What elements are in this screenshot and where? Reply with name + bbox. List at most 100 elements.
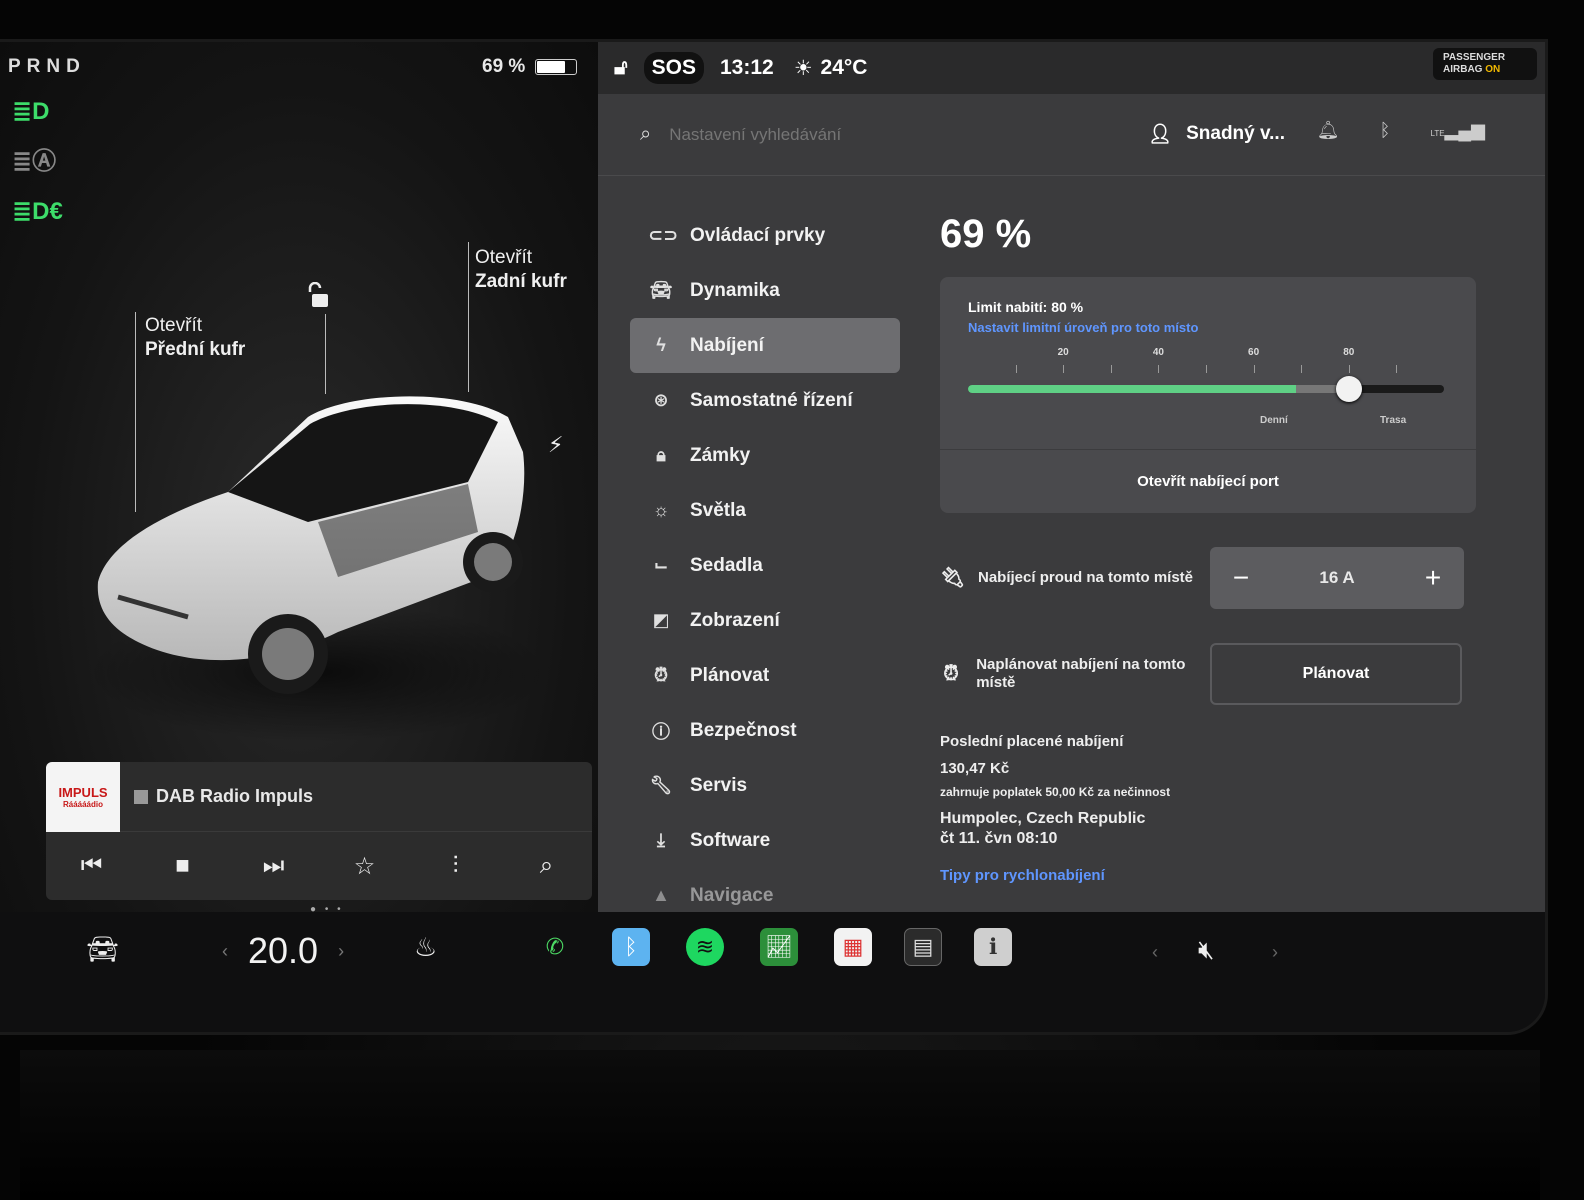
airbag-line2: AIRBAG (1443, 64, 1483, 75)
console-trim (20, 1050, 1540, 1200)
owners-manual-icon[interactable]: ℹ (974, 928, 1012, 966)
seat-heater-icon[interactable]: ♨ (414, 932, 437, 963)
zone-daily: Denní (1260, 415, 1288, 426)
media-controls: ⏮ ■ ⏭ ☆ ⫶ ⌕ (46, 832, 592, 900)
car-icon: 🚘︎ (649, 280, 673, 300)
lte-signal-icon: LTE▂▄▆ (1430, 120, 1485, 140)
tick-label: 20 (1057, 347, 1069, 358)
charge-limit-card: Limit nabití: 80 % Nastavit limitní úrov… (940, 277, 1476, 513)
temp-up-button[interactable]: › (338, 941, 344, 962)
charge-limit-handle[interactable] (1335, 376, 1362, 402)
schedule-button[interactable]: Plánovat (1210, 643, 1462, 705)
menu-item-label: Zobrazení (690, 609, 780, 631)
favorite-star-icon[interactable]: ☆ (345, 852, 385, 881)
header-icons: 🔔︎ ᛒ LTE▂▄▆ (1317, 120, 1485, 141)
unlock-icon[interactable] (306, 282, 334, 310)
auto-high-beam-icon[interactable]: ≣Ⓐ (12, 148, 63, 176)
open-frunk-button[interactable]: Otevřít Přední kufr (145, 314, 245, 362)
menu-item-label: Navigace (690, 884, 774, 906)
menu-item-software[interactable]: ⤓ Software (630, 813, 900, 868)
spotify-icon[interactable]: ≋ (686, 928, 724, 966)
tick-label: 60 (1248, 347, 1260, 358)
fog-lights-icon[interactable]: ≣D€ (12, 198, 63, 226)
taskbar: 🚘︎ ‹ 20.0 › ♨ ✆ ᛒ ≋ 📈︎ ▦ ▤ ℹ ‹ 🔇︎ › (0, 912, 1545, 1032)
temp-down-button[interactable]: ‹ (222, 941, 228, 962)
bluetooth-icon[interactable]: ᛒ (1380, 120, 1391, 141)
mute-volume-icon[interactable]: 🔇︎ (1198, 934, 1214, 966)
menu-item-nabíjení[interactable]: ϟ Nabíjení (630, 318, 900, 373)
alarm-clock-icon: ⏰︎ (943, 663, 959, 685)
menu-item-dynamika[interactable]: 🚘︎ Dynamika (630, 263, 900, 318)
media-player[interactable]: IMPULS Rááááádio DAB Radio Impuls ⏮ ■ ⏭ … (46, 762, 592, 900)
calendar-icon[interactable]: ▦ (834, 928, 872, 966)
network-type: LTE (1430, 129, 1445, 138)
charging-content: 69 % Limit nabití: 80 % Nastavit limitní… (940, 212, 1480, 884)
menu-item-sedadla[interactable]: ⌙ Sedadla (630, 538, 900, 593)
last-paid-charge: Poslední placené nabíjení 130,47 Kč zahr… (940, 733, 1480, 884)
menu-item-label: Nabíjení (690, 334, 764, 356)
stop-icon[interactable]: ■ (163, 852, 203, 880)
tick-mark (1063, 365, 1065, 373)
decrease-current-button[interactable]: − (1226, 562, 1256, 594)
menu-item-label: Bezpečnost (690, 719, 797, 741)
settings-search-input[interactable] (669, 124, 1090, 145)
open-charge-port-button[interactable]: Otevřít nabíjecí port (940, 449, 1476, 513)
supercharging-tips-link[interactable]: Tipy pro rychlonabíjení (940, 867, 1480, 884)
outside-temperature: 24°C (820, 56, 868, 79)
open-trunk-button[interactable]: Otevřít Zadní kufr (475, 246, 567, 294)
trunk-pointer (468, 242, 469, 392)
menu-item-bezpečnost[interactable]: ⓘ Bezpečnost (630, 703, 900, 758)
volume-up-icon[interactable]: › (1272, 942, 1278, 963)
menu-item-label: Zámky (690, 444, 751, 466)
headlights-icon[interactable]: ≣D (12, 98, 63, 126)
menu-item-zobrazení[interactable]: ◩ Zobrazení (630, 593, 900, 648)
sun-icon: ☼ (652, 500, 670, 520)
door-unlock-icon[interactable]: 🔓︎ (614, 56, 628, 80)
previous-icon[interactable]: ⏮ (72, 852, 112, 880)
menu-item-ovládací-prvky[interactable]: ⊂⊃ Ovládací prvky (630, 208, 900, 263)
tick-mark (1253, 365, 1255, 373)
last-charge-location: Humpolec, Czech Republic (940, 810, 1146, 827)
charge-current-label: Nabíjecí proud na tomto místě (978, 569, 1194, 586)
menu-item-label: Samostatné řízení (690, 389, 853, 411)
frunk-label: Přední kufr (145, 339, 246, 360)
current-charge-fill (968, 385, 1297, 393)
equalizer-icon[interactable]: ⫶ (436, 852, 476, 880)
sos-button[interactable]: SOS (643, 52, 704, 84)
menu-item-zámky[interactable]: 🔒︎ Zámky (630, 428, 900, 483)
charge-port-bolt-icon[interactable]: ⚡ (548, 432, 563, 458)
slider-tick-labels: 20 40 60 80 (968, 347, 1448, 361)
climate-control: ‹ 20.0 › (222, 930, 344, 972)
bolt-icon: ϟ (656, 335, 666, 355)
battery-percent: 69 % (482, 56, 526, 77)
car-icon[interactable]: 🚘︎ (86, 934, 119, 965)
menu-item-label: Dynamika (690, 279, 780, 301)
station-name: DAB Radio Impuls (134, 786, 313, 807)
next-icon[interactable]: ⏭ (254, 852, 294, 880)
increase-current-button[interactable]: + (1418, 562, 1448, 594)
menu-item-plánovat[interactable]: ⏰︎ Plánovat (630, 648, 900, 703)
menu-item-samostatné-řízení[interactable]: ⊛ Samostatné řízení (630, 373, 900, 428)
profile-name: Snadný v... (1186, 123, 1285, 144)
zone-trip: Trasa (1380, 415, 1407, 426)
driver-profile[interactable]: 👤︎ Snadný v... (1148, 122, 1285, 146)
set-location-limit-link[interactable]: Nastavit limitní úroveň pro toto místo (968, 320, 1198, 335)
toybox-icon[interactable]: ▤ (904, 928, 942, 966)
charge-limit-slider[interactable] (968, 376, 1444, 402)
bluetooth-app-icon[interactable]: ᛒ (612, 928, 650, 966)
search-icon[interactable]: ⌕ (640, 123, 651, 146)
phone-icon[interactable]: ✆ (536, 928, 574, 966)
menu-item-světla[interactable]: ☼ Světla (630, 483, 900, 538)
stocks-icon[interactable]: 📈︎ (760, 928, 798, 966)
touchscreen: PRND 69 % ≣D ≣Ⓐ ≣D€ Otevřít Přední kufr … (0, 42, 1545, 1032)
last-charge-fee: zahrnuje poplatek 50,00 Kč za nečinnost (940, 785, 1171, 799)
tick-mark (1301, 365, 1303, 373)
car-model-image (88, 396, 548, 742)
notification-bell-icon[interactable]: 🔔︎ (1317, 120, 1340, 141)
cabin-temperature[interactable]: 20.0 (248, 930, 318, 972)
download-icon: ⤓ (657, 830, 665, 850)
media-search-icon[interactable]: ⌕ (527, 852, 567, 880)
menu-item-servis[interactable]: 🔧︎ Servis (630, 758, 900, 813)
schedule-row: ⏰︎ Naplánovat nabíjení na tomto místě Pl… (940, 643, 1480, 705)
volume-down-icon[interactable]: ‹ (1152, 942, 1158, 963)
